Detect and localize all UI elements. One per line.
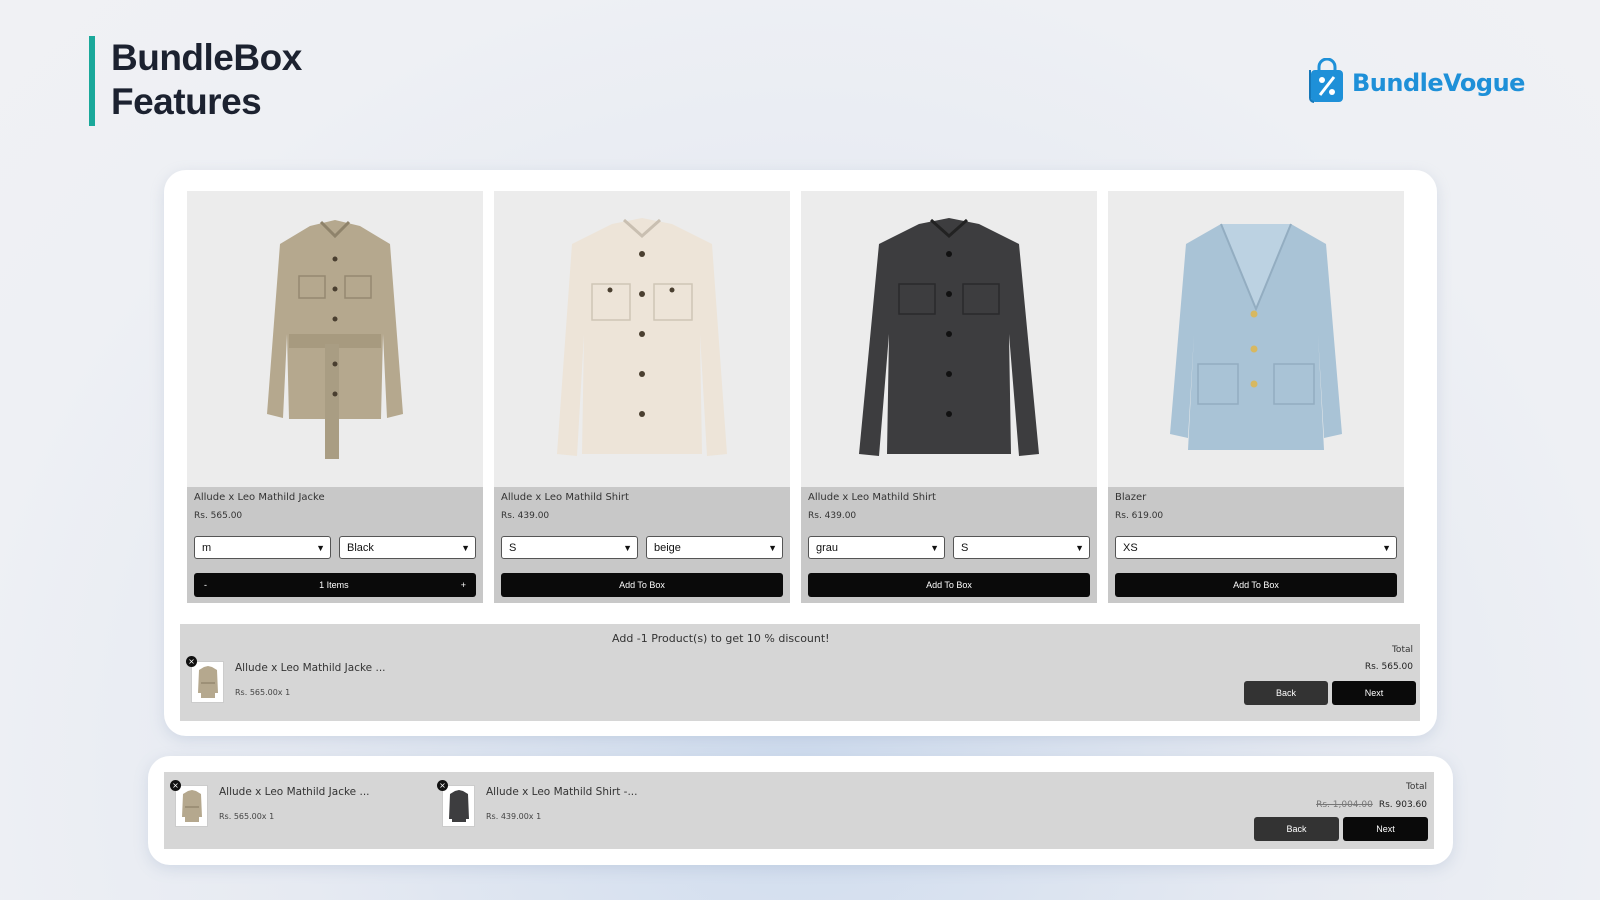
bundle-bar-card: × Allude x Leo Mathild Jacke ... Rs. 565… <box>148 756 1453 865</box>
bundle-summary: Add -1 Product(s) to get 10 % discount! … <box>180 624 1420 721</box>
size-select[interactable]: S ▼ <box>501 536 638 559</box>
item-price-qty: Rs. 565.00x 1 <box>235 688 291 697</box>
chevron-down-icon: ▼ <box>1075 542 1084 553</box>
chevron-down-icon: ▼ <box>461 542 470 553</box>
selected-item: × Allude x Leo Mathild Jacke ... Rs. 565… <box>186 656 386 703</box>
item-thumbnail: × <box>170 780 208 827</box>
shopping-bag-percent-icon <box>1308 57 1346 108</box>
size-select[interactable]: XS ▼ <box>1115 536 1397 559</box>
item-thumbnail: × <box>437 780 475 827</box>
original-total: Rs. 1,004.00 <box>1316 800 1373 810</box>
remove-item-icon[interactable]: × <box>186 656 197 667</box>
product-image[interactable] <box>187 191 483 487</box>
bundle-builder-card: Allude x Leo Mathild Jacke Rs. 565.00 m ▼… <box>164 170 1437 736</box>
next-button[interactable]: Next <box>1332 681 1416 705</box>
item-name: Allude x Leo Mathild Jacke ... <box>219 786 370 798</box>
product-price: Rs. 439.00 <box>808 511 857 521</box>
product-price: Rs. 565.00 <box>194 511 243 521</box>
product-name: Allude x Leo Mathild Jacke <box>194 492 325 503</box>
add-to-box-button[interactable]: Add To Box <box>808 573 1090 597</box>
total-value: Rs. 565.00 <box>1364 662 1413 672</box>
heading-line-1: BundleBox <box>111 37 302 78</box>
item-price-qty: Rs. 439.00x 1 <box>486 812 542 821</box>
quantity-label: 1 Items <box>319 580 349 590</box>
product-name: Allude x Leo Mathild Shirt <box>501 492 629 503</box>
add-to-box-button[interactable]: Add To Box <box>501 573 783 597</box>
remove-item-icon[interactable]: × <box>437 780 448 791</box>
discounted-total: Rs. 903.60 <box>1378 800 1427 810</box>
item-price-qty: Rs. 565.00x 1 <box>219 812 275 821</box>
product-price: Rs. 439.00 <box>501 511 550 521</box>
chevron-down-icon: ▼ <box>316 542 325 553</box>
item-thumbnail: × <box>186 656 224 703</box>
size-select[interactable]: S ▼ <box>953 536 1090 559</box>
remove-item-icon[interactable]: × <box>170 780 181 791</box>
next-button[interactable]: Next <box>1343 817 1428 841</box>
item-name: Allude x Leo Mathild Shirt -... <box>486 786 638 798</box>
increment-button[interactable]: + <box>461 580 466 590</box>
product-grid: Allude x Leo Mathild Jacke Rs. 565.00 m ▼… <box>187 191 1404 603</box>
chevron-down-icon: ▼ <box>1382 542 1391 553</box>
item-name: Allude x Leo Mathild Jacke ... <box>235 662 386 674</box>
selected-item: × Allude x Leo Mathild Jacke ... Rs. 565… <box>170 780 370 827</box>
selected-item: × Allude x Leo Mathild Shirt -... Rs. 43… <box>437 780 638 827</box>
chevron-down-icon: ▼ <box>623 542 632 553</box>
total-value: Rs. 1,004.00 Rs. 903.60 <box>1316 800 1427 810</box>
chevron-down-icon: ▼ <box>768 542 777 553</box>
brand-logo: BundleVogue <box>1308 57 1525 108</box>
product-name: Allude x Leo Mathild Shirt <box>808 492 936 503</box>
quantity-stepper: - 1 Items + <box>194 573 476 597</box>
total-label: Total <box>1391 645 1413 655</box>
color-select[interactable]: beige ▼ <box>646 536 783 559</box>
product-image[interactable] <box>801 191 1097 487</box>
bundle-bar: × Allude x Leo Mathild Jacke ... Rs. 565… <box>164 772 1434 849</box>
product-card: Blazer Rs. 619.00 XS ▼ Add To Box <box>1108 191 1404 603</box>
back-button[interactable]: Back <box>1244 681 1328 705</box>
product-card: Allude x Leo Mathild Shirt Rs. 439.00 S ▼… <box>494 191 790 603</box>
brand-name: BundleVogue <box>1352 69 1525 97</box>
total-label: Total <box>1405 782 1427 792</box>
size-select[interactable]: m ▼ <box>194 536 331 559</box>
product-name: Blazer <box>1115 492 1147 503</box>
product-card: Allude x Leo Mathild Jacke Rs. 565.00 m ▼… <box>187 191 483 603</box>
heading-line-2: Features <box>111 81 262 122</box>
back-button[interactable]: Back <box>1254 817 1339 841</box>
product-image[interactable] <box>494 191 790 487</box>
decrement-button[interactable]: - <box>204 580 207 590</box>
add-to-box-button[interactable]: Add To Box <box>1115 573 1397 597</box>
chevron-down-icon: ▼ <box>930 542 939 553</box>
color-select[interactable]: grau ▼ <box>808 536 945 559</box>
product-price: Rs. 619.00 <box>1115 511 1164 521</box>
discount-message: Add -1 Product(s) to get 10 % discount! <box>612 632 830 645</box>
product-image[interactable] <box>1108 191 1404 487</box>
page-heading: BundleBox Features <box>89 36 302 126</box>
product-card: Allude x Leo Mathild Shirt Rs. 439.00 gr… <box>801 191 1097 603</box>
color-select[interactable]: Black ▼ <box>339 536 476 559</box>
